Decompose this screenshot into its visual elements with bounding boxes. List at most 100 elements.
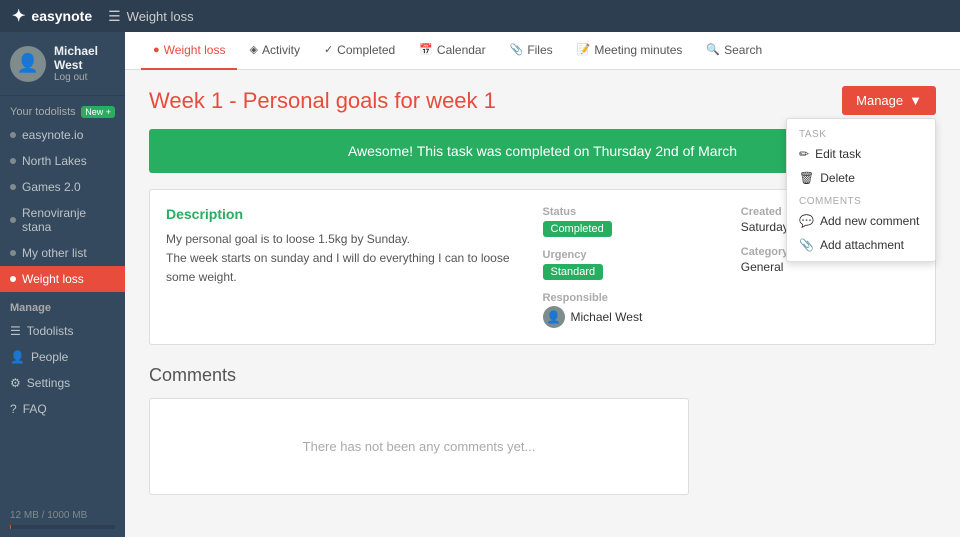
manage-button[interactable]: Manage ▼ bbox=[842, 86, 936, 115]
week-header: Week 1 - Personal goals for week 1 Manag… bbox=[149, 86, 936, 115]
tab-meeting-icon: 📝 bbox=[577, 43, 591, 56]
urgency-badge: Standard bbox=[543, 264, 604, 280]
dot-icon bbox=[10, 250, 16, 256]
navbar-page-title: ☰ Weight loss bbox=[108, 8, 194, 25]
manage-section-label: Manage bbox=[0, 292, 125, 318]
dot-icon bbox=[10, 184, 16, 190]
tab-meeting-label: Meeting minutes bbox=[594, 43, 682, 57]
dropdown-task-label: Task bbox=[787, 123, 935, 142]
manage-button-label: Manage bbox=[856, 93, 903, 108]
dropdown-add-attachment[interactable]: 📎 Add attachment bbox=[787, 233, 935, 257]
responsible-name: Michael West bbox=[571, 310, 643, 324]
tab-search-icon: 🔍 bbox=[706, 43, 720, 56]
sidebar-item-weight-loss[interactable]: Weight loss bbox=[0, 266, 125, 292]
status-badge: Completed bbox=[543, 221, 612, 237]
responsible-label: Responsible bbox=[543, 292, 721, 304]
storage-bar bbox=[10, 525, 115, 529]
brand[interactable]: ✦ easynote bbox=[12, 6, 92, 26]
tab-calendar-icon: 📅 bbox=[419, 43, 433, 56]
logo-icon: ✦ bbox=[12, 6, 25, 26]
sidebar-user: 👤 Michael West Log out bbox=[0, 32, 125, 96]
tab-files-icon: 📎 bbox=[510, 43, 524, 56]
manage-item-label: Settings bbox=[27, 376, 70, 390]
attachment-icon: 📎 bbox=[799, 238, 814, 252]
status-label: Status bbox=[543, 206, 721, 218]
people-icon: 👤 bbox=[10, 350, 25, 364]
tab-meeting-minutes[interactable]: 📝 Meeting minutes bbox=[565, 32, 695, 70]
avatar: 👤 bbox=[10, 46, 46, 82]
sidebar-item-label: Games 2.0 bbox=[22, 180, 81, 194]
tab-activity-label: Activity bbox=[262, 43, 300, 57]
brand-name: easynote bbox=[31, 8, 92, 24]
tab-files-label: Files bbox=[527, 43, 552, 57]
sidebar-item-my-other[interactable]: My other list bbox=[0, 240, 125, 266]
manage-item-label: People bbox=[31, 350, 68, 364]
sidebar-manage-settings[interactable]: ⚙ Settings bbox=[0, 370, 125, 396]
todolists-icon: ☰ bbox=[10, 324, 21, 338]
description-line2: The week starts on sunday and I will do … bbox=[166, 249, 523, 287]
tab-weight-loss-label: Weight loss bbox=[164, 43, 226, 57]
tab-calendar-label: Calendar bbox=[437, 43, 486, 57]
sidebar-item-north-lakes[interactable]: North Lakes bbox=[0, 148, 125, 174]
manage-container: Manage ▼ Task ✏ Edit task 🗑 Delete bbox=[842, 86, 936, 115]
category-value: General bbox=[741, 260, 919, 274]
week-prefix: Week 1 - bbox=[149, 88, 243, 113]
dropdown-add-comment-label: Add new comment bbox=[820, 214, 919, 228]
sidebar-item-label: My other list bbox=[22, 246, 87, 260]
manage-item-label: FAQ bbox=[23, 402, 47, 416]
tab-completed[interactable]: ✓ Completed bbox=[312, 32, 407, 70]
sidebar-item-games[interactable]: Games 2.0 bbox=[0, 174, 125, 200]
navbar-title-text: Weight loss bbox=[127, 9, 194, 24]
logout-link[interactable]: Log out bbox=[54, 72, 115, 83]
urgency-label: Urgency bbox=[543, 249, 721, 261]
task-meta-status: Status Completed Urgency Standard Respon… bbox=[543, 206, 721, 328]
tab-calendar[interactable]: 📅 Calendar bbox=[407, 32, 497, 70]
user-info: Michael West Log out bbox=[54, 44, 115, 83]
tabs-bar: ● Weight loss ◈ Activity ✓ Completed 📅 C… bbox=[125, 32, 960, 70]
tab-weight-loss-icon: ● bbox=[153, 44, 160, 56]
sidebar-manage-todolists[interactable]: ☰ Todolists bbox=[0, 318, 125, 344]
tab-completed-label: Completed bbox=[337, 43, 395, 57]
faq-icon: ? bbox=[10, 402, 17, 416]
sidebar-item-label: easynote.io bbox=[22, 128, 83, 142]
tab-files[interactable]: 📎 Files bbox=[498, 32, 565, 70]
sidebar-item-easynote[interactable]: easynote.io bbox=[0, 122, 125, 148]
sidebar-item-label: Renoviranje stana bbox=[22, 206, 115, 234]
sidebar-item-label: North Lakes bbox=[22, 154, 87, 168]
dropdown-menu: Task ✏ Edit task 🗑 Delete Comments 💬 bbox=[786, 118, 936, 262]
user-name: Michael West bbox=[54, 44, 115, 72]
tab-activity[interactable]: ◈ Activity bbox=[237, 32, 311, 70]
comments-title: Comments bbox=[149, 365, 936, 386]
dropdown-edit-label: Edit task bbox=[815, 147, 861, 161]
urgency-group: Urgency Standard bbox=[543, 249, 721, 280]
comments-empty: There has not been any comments yet... bbox=[149, 398, 689, 495]
week-goal: Personal goals for week 1 bbox=[243, 88, 496, 113]
dropdown-add-comment[interactable]: 💬 Add new comment bbox=[787, 209, 935, 233]
sidebar-manage-people[interactable]: 👤 People bbox=[0, 344, 125, 370]
sidebar-item-renoviranje[interactable]: Renoviranje stana bbox=[0, 200, 125, 240]
storage-label: 12 MB / 1000 MB bbox=[10, 510, 115, 521]
new-badge: New + bbox=[81, 106, 115, 118]
tab-search-label: Search bbox=[724, 43, 762, 57]
manage-button-arrow: ▼ bbox=[909, 93, 922, 108]
settings-icon: ⚙ bbox=[10, 376, 21, 390]
tab-completed-icon: ✓ bbox=[324, 43, 333, 56]
dropdown-edit-task[interactable]: ✏ Edit task bbox=[787, 142, 935, 166]
tab-search[interactable]: 🔍 Search bbox=[694, 32, 774, 70]
navbar: ✦ easynote ☰ Weight loss bbox=[0, 0, 960, 32]
sidebar-manage-faq[interactable]: ? FAQ bbox=[0, 396, 125, 422]
add-comment-icon: 💬 bbox=[799, 214, 814, 228]
tab-weight-loss[interactable]: ● Weight loss bbox=[141, 32, 237, 70]
sidebar: 👤 Michael West Log out Your todolists Ne… bbox=[0, 32, 125, 537]
page-content: Week 1 - Personal goals for week 1 Manag… bbox=[125, 70, 960, 511]
dropdown-delete-label: Delete bbox=[820, 171, 855, 185]
manage-item-label: Todolists bbox=[27, 324, 74, 338]
todolists-section-label: Your todolists New + bbox=[0, 96, 125, 122]
tab-activity-icon: ◈ bbox=[249, 43, 257, 56]
hamburger-icon: ☰ bbox=[108, 8, 121, 25]
sidebar-footer: 12 MB / 1000 MB bbox=[0, 502, 125, 537]
comments-section: Comments There has not been any comments… bbox=[149, 365, 936, 495]
dropdown-delete[interactable]: 🗑 Delete bbox=[787, 166, 935, 190]
description-line1: My personal goal is to loose 1.5kg by Su… bbox=[166, 230, 523, 249]
dropdown-add-attachment-label: Add attachment bbox=[820, 238, 904, 252]
